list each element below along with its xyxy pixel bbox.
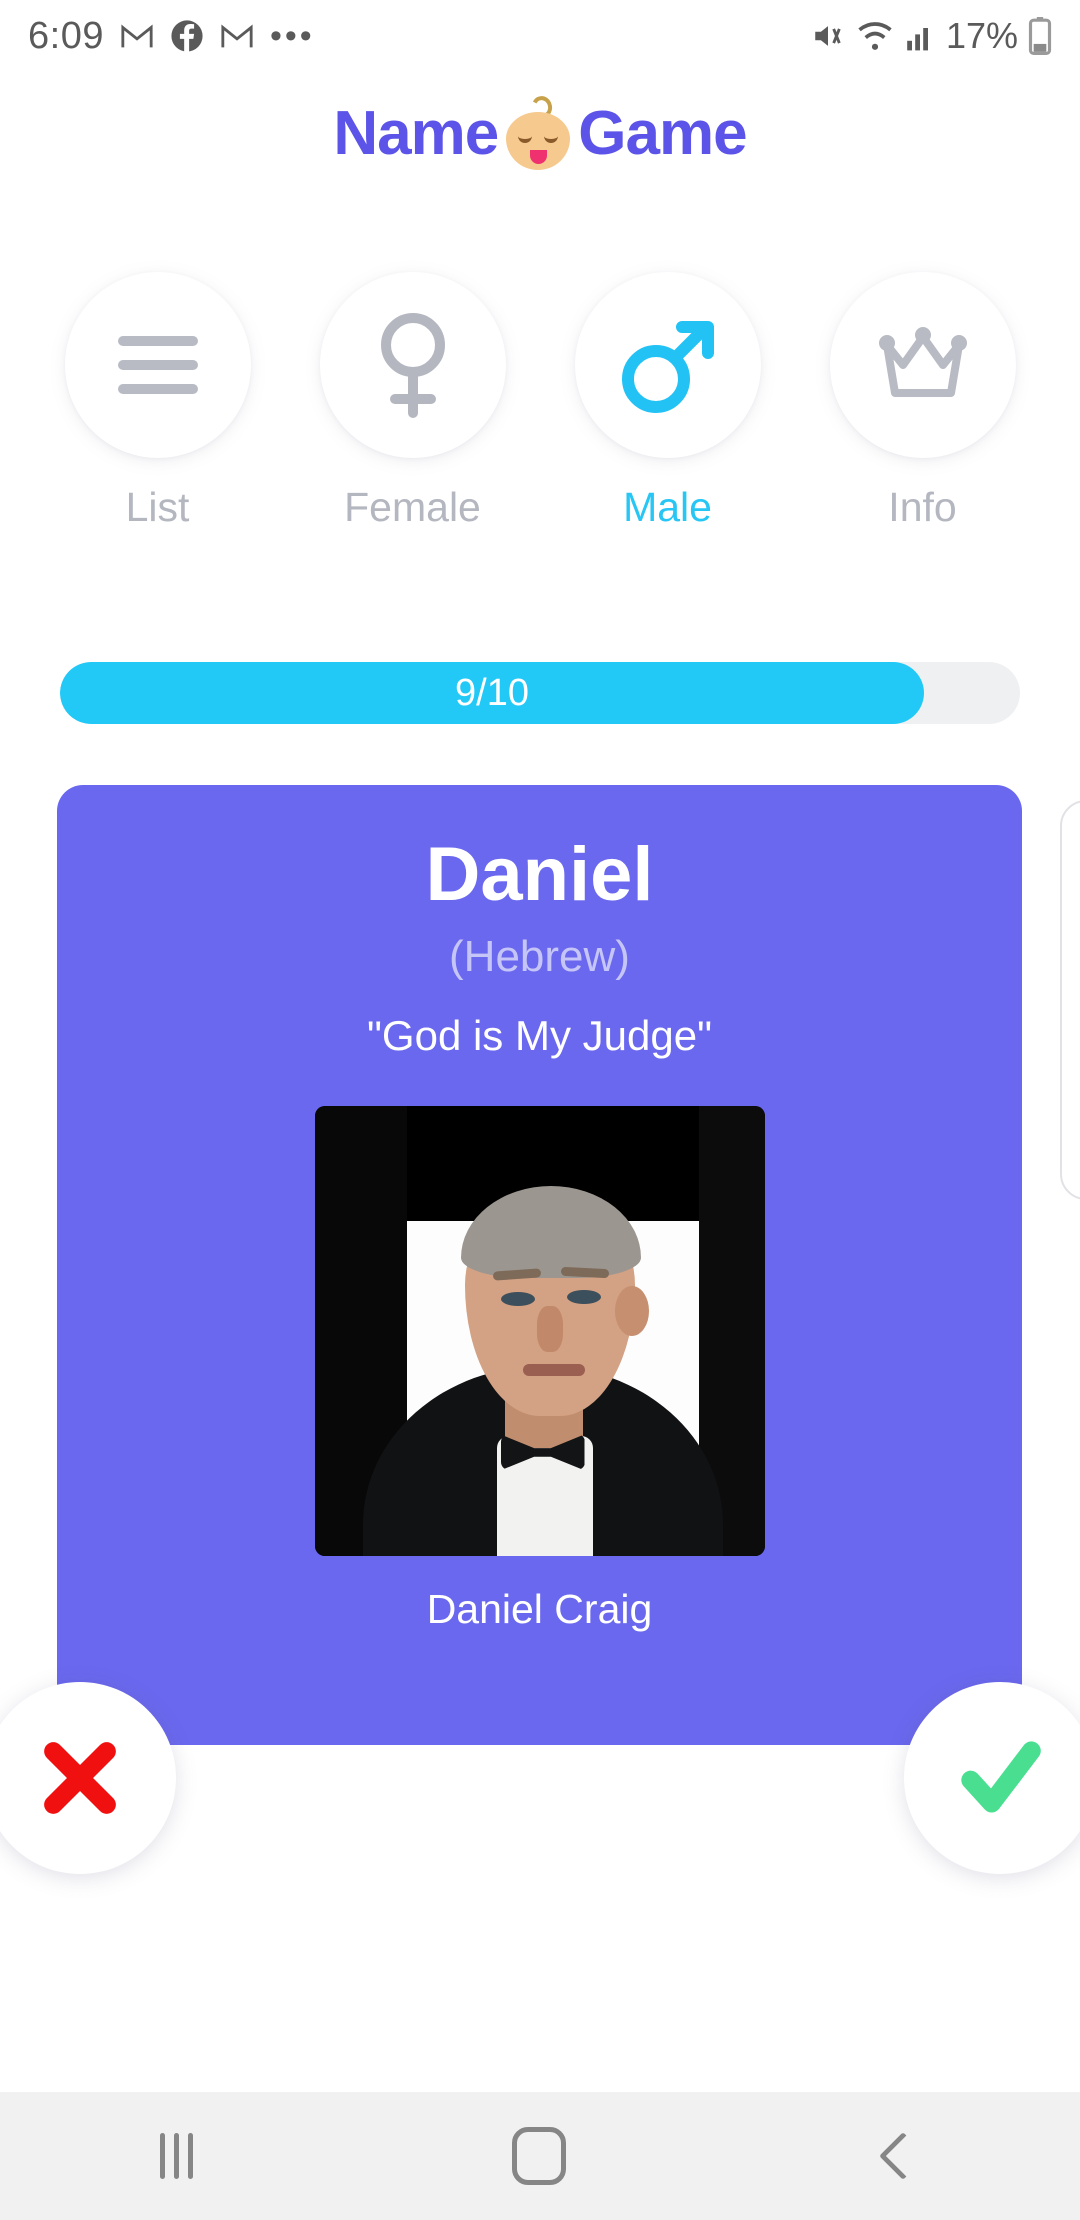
nav-circle-list[interactable] bbox=[64, 272, 251, 458]
baby-face-icon bbox=[502, 93, 574, 170]
nav-item-male[interactable]: Male bbox=[573, 272, 763, 531]
status-bar: 6:09 ••• 17% bbox=[0, 0, 1080, 72]
nav-item-list[interactable]: List bbox=[63, 272, 253, 531]
progress-bar: 9/10 bbox=[60, 662, 1020, 724]
name-origin: (Hebrew) bbox=[449, 932, 630, 982]
name-meaning: "God is My Judge" bbox=[367, 1012, 712, 1060]
celebrity-photo bbox=[314, 1106, 765, 1557]
back-icon[interactable] bbox=[879, 2131, 928, 2181]
check-icon bbox=[961, 1741, 1041, 1813]
home-icon[interactable] bbox=[512, 2127, 567, 2185]
progress-bar-fill: 9/10 bbox=[60, 662, 924, 724]
female-gender-icon bbox=[380, 313, 445, 418]
category-nav: List Female Male Info bbox=[0, 272, 1080, 531]
nav-item-female[interactable]: Female bbox=[318, 272, 508, 531]
progress-label: 9/10 bbox=[455, 671, 529, 714]
status-bar-left: 6:09 ••• bbox=[28, 15, 315, 58]
nav-label-male: Male bbox=[623, 484, 712, 530]
app-screen: 6:09 ••• 17% Name Game List Female Male … bbox=[0, 0, 1080, 2220]
overflow-dots-icon: ••• bbox=[269, 16, 315, 55]
battery-percent-label: 17% bbox=[945, 15, 1018, 56]
nav-label-female: Female bbox=[344, 484, 481, 530]
app-logo: Name Game bbox=[0, 86, 1080, 182]
gmail-icon bbox=[120, 21, 154, 51]
name-title: Daniel bbox=[425, 832, 654, 917]
accept-button[interactable] bbox=[904, 1682, 1080, 1874]
status-bar-clock: 6:09 bbox=[28, 14, 104, 57]
recents-icon[interactable] bbox=[159, 2133, 193, 2179]
mute-icon bbox=[810, 19, 846, 53]
nav-circle-male[interactable] bbox=[574, 272, 761, 458]
nav-circle-female[interactable] bbox=[319, 272, 506, 458]
android-navigation-bar bbox=[0, 2092, 1080, 2220]
male-gender-icon bbox=[621, 321, 714, 413]
cellular-signal-icon bbox=[904, 20, 936, 52]
hamburger-menu-icon bbox=[117, 336, 198, 394]
wifi-icon bbox=[856, 19, 894, 53]
nav-label-info: Info bbox=[888, 484, 957, 530]
cross-icon bbox=[44, 1742, 116, 1814]
status-bar-right: 17% bbox=[810, 15, 1052, 57]
facebook-icon bbox=[170, 19, 204, 53]
battery-icon bbox=[1028, 17, 1052, 55]
logo-text-right: Game bbox=[578, 99, 747, 168]
celebrity-name: Daniel Craig bbox=[426, 1586, 653, 1633]
nav-circle-info[interactable] bbox=[829, 272, 1016, 458]
crown-icon bbox=[878, 327, 967, 397]
name-card[interactable]: Daniel (Hebrew) "God is My Judge" Daniel… bbox=[57, 785, 1022, 1745]
gmail-icon bbox=[220, 21, 254, 51]
nav-item-info[interactable]: Info bbox=[828, 272, 1018, 531]
nav-label-list: List bbox=[125, 484, 190, 530]
next-card-peek[interactable] bbox=[1060, 800, 1080, 1200]
logo-text-left: Name bbox=[333, 99, 499, 168]
